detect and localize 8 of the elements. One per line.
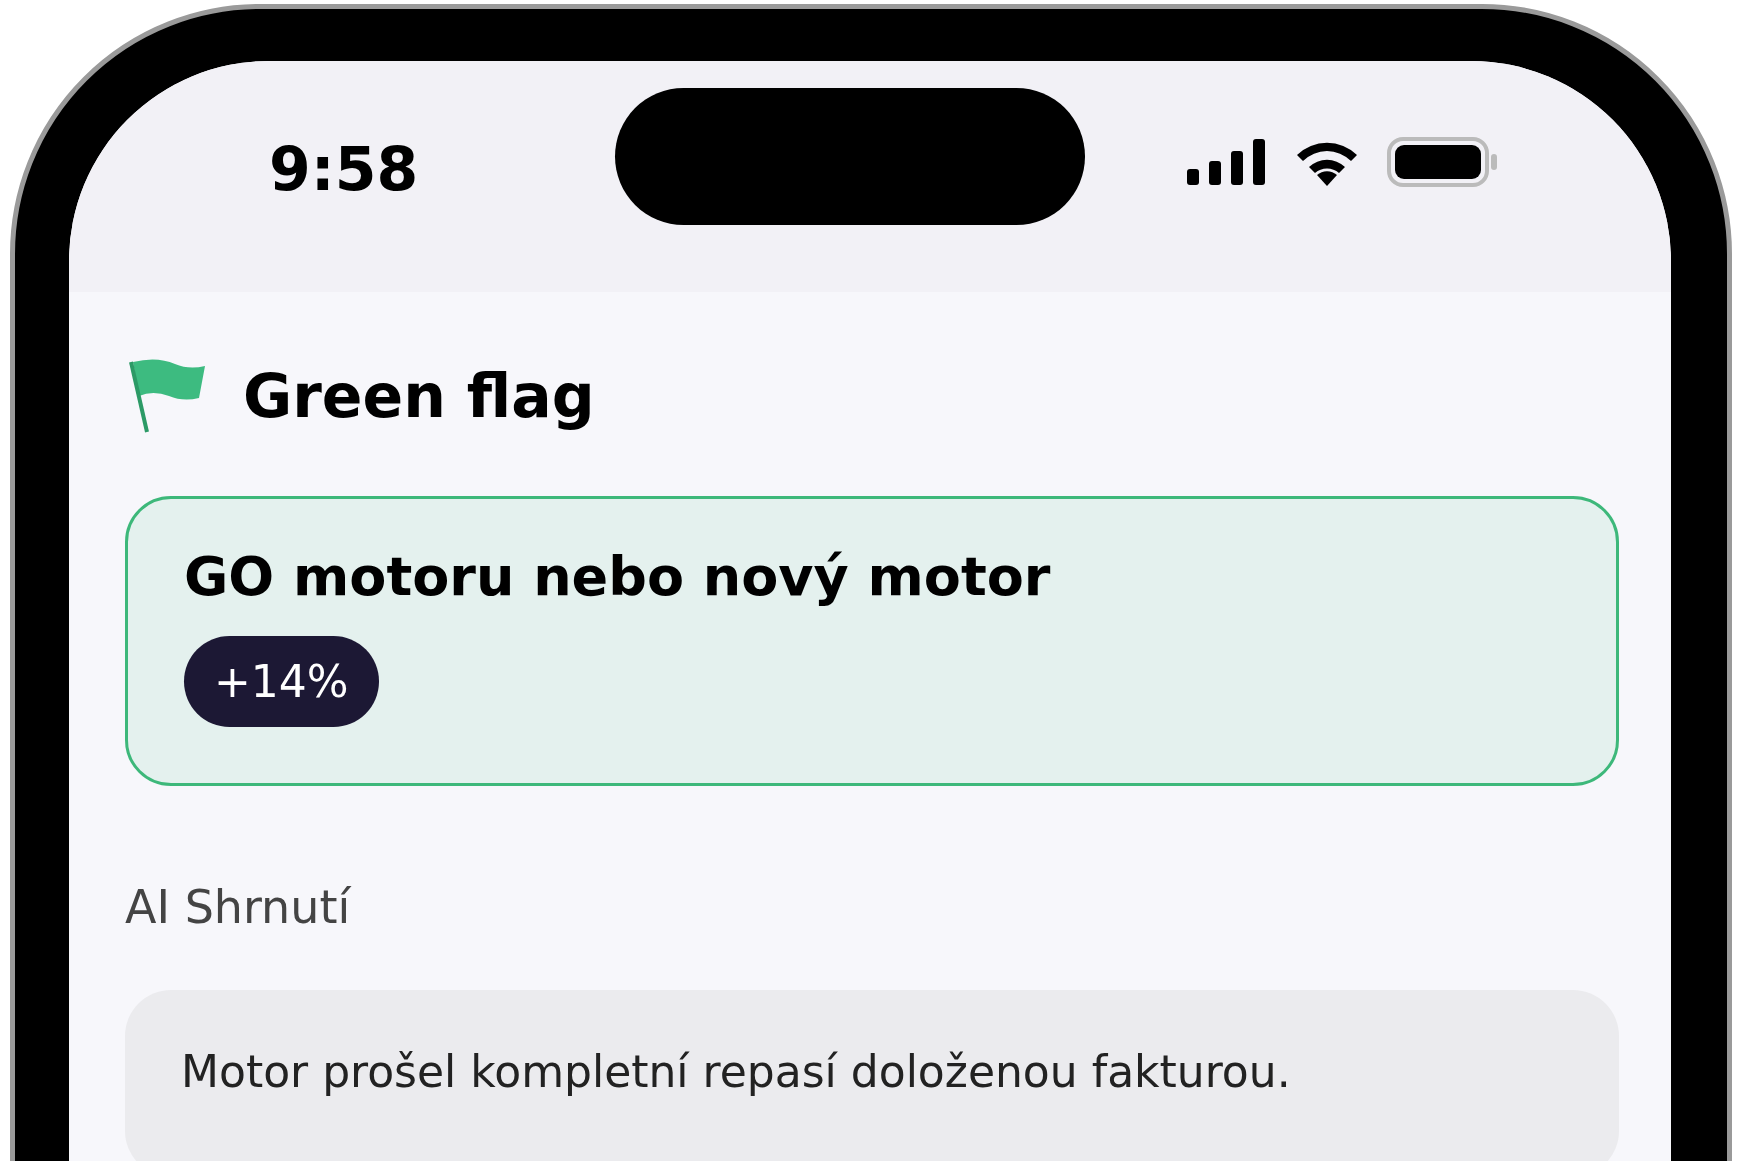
status-time: 9:58 [269,133,420,204]
summary-text: Motor prošel kompletní repasí doloženou fakturou. [181,1046,1292,1097]
card-title: GO motoru nebo nový motor [184,545,1051,608]
page-title: Green flag [243,361,595,431]
signal-icon [1187,138,1267,185]
percentage-badge: +14% [184,636,379,727]
section-label: AI Shrnutí [125,880,352,934]
battery-icon [1387,136,1499,187]
